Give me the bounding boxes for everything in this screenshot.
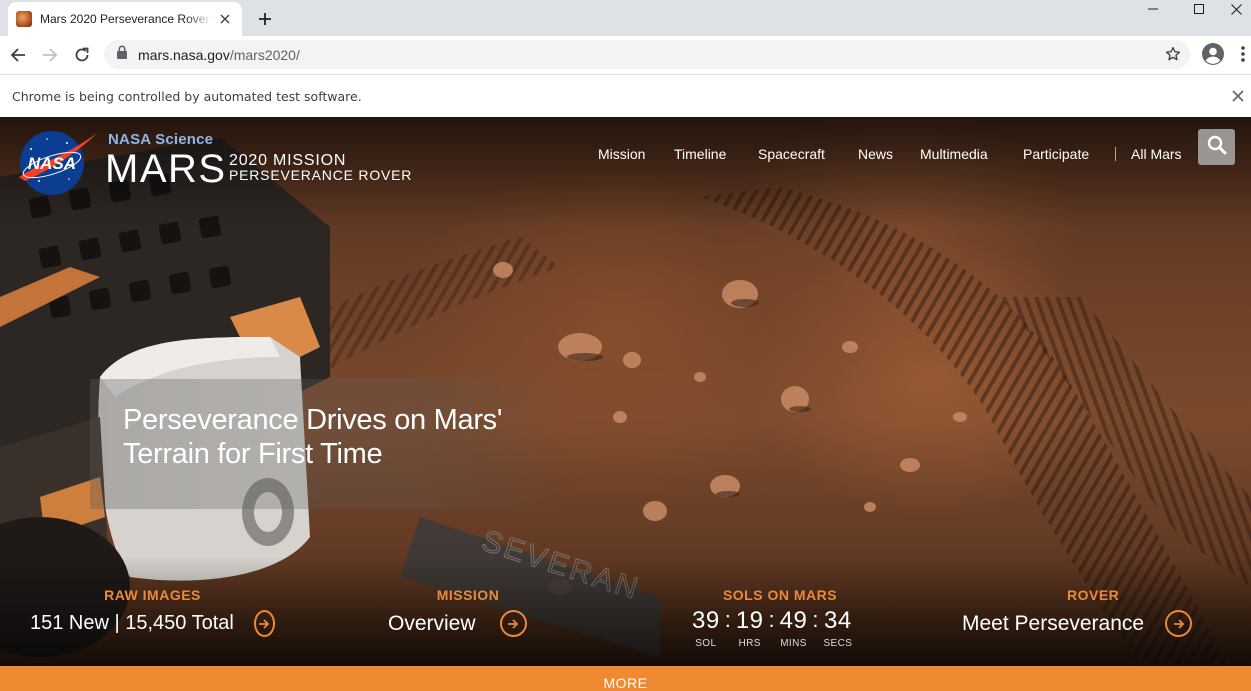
stat-rover-value: Meet Perseverance	[962, 611, 1145, 635]
countdown-hrs-label: HRS	[738, 638, 761, 649]
countdown-secs-value: 34	[824, 607, 852, 634]
stat-mission-label: MISSION	[436, 587, 500, 603]
stat-raw-images-value: 151 New | 15,450 Total	[30, 612, 234, 634]
search-button[interactable]	[1198, 129, 1235, 165]
hero-headline[interactable]: Perseverance Drives on Mars' Terrain for…	[123, 403, 563, 471]
stat-mission-value: Overview	[388, 611, 476, 635]
tab-title: Mars 2020 Perseverance Rover - NASA Mars	[40, 12, 212, 26]
stat-rover-label: ROVER	[1067, 587, 1120, 603]
automation-infobar: Chrome is being controlled by automated …	[0, 74, 1251, 117]
new-tab-button[interactable]	[254, 8, 276, 30]
nav-mission[interactable]: Mission	[598, 146, 645, 162]
bookmark-star-icon[interactable]	[1164, 45, 1182, 68]
stat-rover[interactable]: ROVER Meet Perseverance	[962, 587, 1227, 637]
arrow-right-icon[interactable]	[499, 610, 527, 637]
sols-countdown: 39 SOL : 19 HRS : 49 MINS : 34 SECS	[692, 607, 853, 650]
tab-close-icon[interactable]	[216, 10, 234, 28]
url-host: mars.nasa.gov	[138, 46, 230, 63]
nav-separator	[1115, 147, 1116, 161]
stat-sols: SOLS ON MARS	[700, 587, 860, 603]
nav-multimedia[interactable]: Multimedia	[920, 146, 988, 162]
countdown-sol-value: 39	[692, 607, 720, 634]
brand-mars[interactable]: MARS	[105, 147, 227, 191]
browser-tabstrip: Mars 2020 Perseverance Rover - NASA Mars	[0, 0, 1251, 36]
nasa-logo-text: NASA	[28, 154, 76, 173]
back-button[interactable]	[4, 41, 32, 69]
stat-raw-images-label: RAW IMAGES	[104, 587, 201, 603]
address-bar[interactable]: mars.nasa.gov/mars2020/	[104, 40, 1190, 69]
arrow-right-icon[interactable]	[1165, 610, 1193, 637]
stat-mission[interactable]: MISSION Overview	[388, 587, 548, 637]
countdown-mins: 49 MINS	[779, 607, 808, 650]
forward-button[interactable]	[36, 41, 64, 69]
nasa-logo-icon[interactable]: NASA	[17, 127, 99, 195]
brand-nasa-science[interactable]: NASA Science	[108, 131, 213, 148]
infobar-close-icon[interactable]	[1229, 87, 1247, 105]
hero-headline-line-1: Perseverance Drives on Mars'	[123, 404, 503, 436]
countdown-mins-label: MINS	[780, 638, 807, 649]
maximize-window-button[interactable]	[1176, 0, 1222, 18]
countdown-secs-label: SECS	[823, 638, 853, 649]
countdown-hrs: 19 HRS	[735, 607, 764, 650]
arrow-right-icon[interactable]	[253, 610, 275, 637]
nav-news[interactable]: News	[858, 146, 893, 162]
countdown-secs: 34 SECS	[823, 607, 853, 650]
close-window-button[interactable]	[1221, 0, 1251, 18]
hero-banner: SEVERAN NASA NASA Science MARS 2020 MISS…	[0, 117, 1251, 666]
reload-button[interactable]	[68, 41, 96, 69]
mars-favicon-icon	[16, 11, 32, 27]
nav-timeline[interactable]: Timeline	[674, 146, 726, 162]
stat-raw-images[interactable]: RAW IMAGES 151 New | 15,450 Total	[30, 587, 275, 637]
url-path: /mars2020/	[229, 46, 300, 63]
nav-all-mars[interactable]: All Mars	[1131, 146, 1182, 162]
brand-rover: PERSEVERANCE ROVER	[229, 167, 413, 183]
countdown-sol-label: SOL	[695, 638, 717, 649]
countdown-sol: 39 SOL	[692, 607, 720, 650]
countdown-mins-value: 49	[779, 607, 808, 634]
minimize-window-button[interactable]	[1130, 0, 1176, 18]
more-bar[interactable]: MORE	[0, 666, 1251, 691]
url-text: mars.nasa.gov/mars2020/	[138, 47, 300, 63]
profile-avatar-icon[interactable]	[1201, 42, 1225, 66]
browser-toolbar: mars.nasa.gov/mars2020/	[0, 36, 1251, 74]
countdown-separator: :	[812, 607, 819, 632]
countdown-hrs-value: 19	[735, 607, 764, 634]
countdown-separator: :	[724, 607, 731, 632]
brand-mission: 2020 MISSION	[229, 152, 347, 169]
infobar-message: Chrome is being controlled by automated …	[12, 89, 362, 104]
browser-tab[interactable]: Mars 2020 Perseverance Rover - NASA Mars	[8, 2, 242, 36]
nav-participate[interactable]: Participate	[1023, 146, 1089, 162]
search-icon	[1207, 135, 1227, 160]
nav-spacecraft[interactable]: Spacecraft	[758, 146, 825, 162]
hero-headline-line-2: Terrain for First Time	[123, 438, 383, 470]
more-button[interactable]: MORE	[0, 675, 1251, 691]
countdown-separator: :	[768, 607, 775, 632]
stat-sols-label: SOLS ON MARS	[722, 587, 838, 603]
browser-menu-icon[interactable]	[1240, 44, 1246, 64]
lock-icon	[116, 45, 128, 64]
